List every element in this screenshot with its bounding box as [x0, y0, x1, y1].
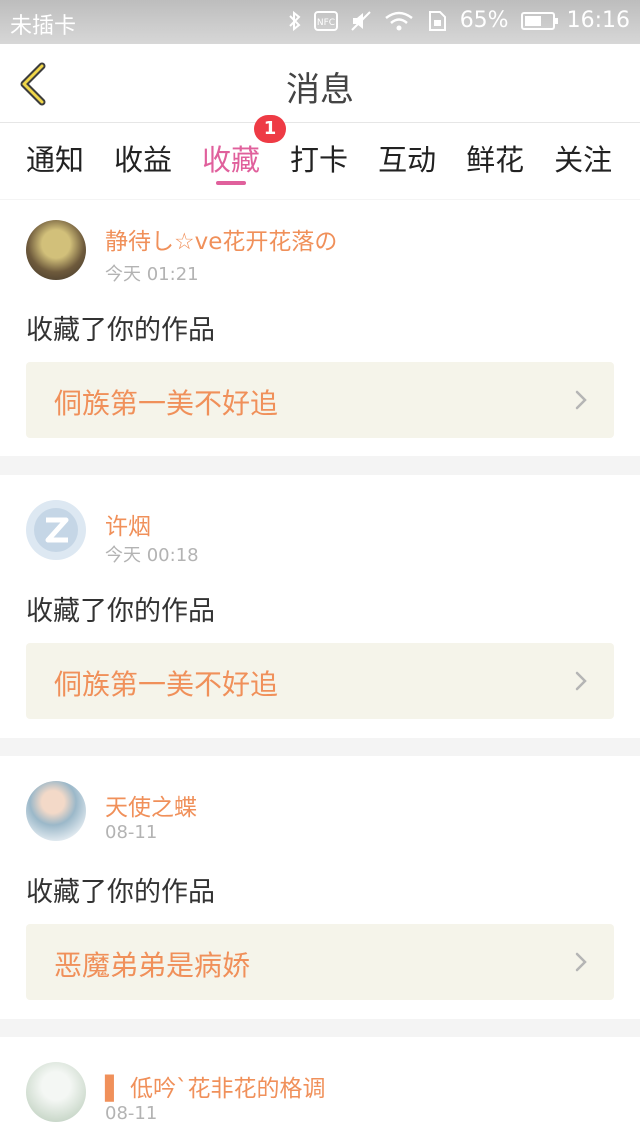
- app-header: 消息: [0, 44, 640, 123]
- tab-label: 通知: [26, 143, 85, 177]
- work-link[interactable]: 恶魔弟弟是病娇: [26, 924, 614, 1000]
- tab-label: 互动: [378, 143, 437, 177]
- battery-icon: [520, 11, 558, 30]
- timestamp: 08-11: [105, 822, 158, 843]
- timestamp: 今天 01:21: [105, 264, 199, 285]
- svg-text:NFC: NFC: [317, 18, 335, 28]
- tab-label: 收益: [114, 143, 173, 177]
- tab-flowers[interactable]: 鲜花: [466, 123, 524, 199]
- message-card: ▌ 低吟ˋ花非花的格调 08-11: [0, 1037, 640, 1138]
- action-text: 收藏了你的作品: [26, 596, 215, 627]
- message-card: 静待し☆ve花开花落の 今天 01:21 收藏了你的作品 侗族第一美不好追: [0, 200, 640, 456]
- work-title: 恶魔弟弟是病娇: [54, 949, 251, 982]
- tab-notifications[interactable]: 通知: [26, 123, 84, 199]
- tab-earnings[interactable]: 收益: [114, 123, 172, 199]
- tab-follow[interactable]: 关注: [554, 123, 612, 199]
- clock: 16:16: [566, 8, 630, 33]
- action-text: 收藏了你的作品: [26, 315, 215, 346]
- tab-label: 收藏: [202, 143, 261, 177]
- tab-favorites[interactable]: 收藏 1: [202, 115, 287, 199]
- wifi-icon: [384, 10, 414, 32]
- username[interactable]: ▌ 低吟ˋ花非花的格调: [105, 1069, 326, 1103]
- timestamp: 今天 00:18: [105, 545, 199, 566]
- active-tab-indicator: [216, 181, 247, 185]
- tab-label: 关注: [554, 143, 613, 177]
- mute-icon: [350, 10, 372, 32]
- username[interactable]: 天使之蝶: [105, 788, 197, 822]
- tab-label: 鲜花: [466, 143, 525, 177]
- action-text: 收藏了你的作品: [26, 877, 215, 908]
- avatar[interactable]: [26, 781, 86, 841]
- work-link[interactable]: 侗族第一美不好追: [26, 362, 614, 438]
- tab-interaction[interactable]: 互动: [378, 123, 436, 199]
- default-avatar-icon: [34, 508, 78, 552]
- avatar[interactable]: [26, 1062, 86, 1122]
- message-card: 许烟 今天 00:18 收藏了你的作品 侗族第一美不好追: [0, 475, 640, 738]
- username[interactable]: 静待し☆ve花开花落の: [105, 222, 337, 256]
- work-title: 侗族第一美不好追: [54, 668, 279, 701]
- unread-badge: 1: [254, 115, 287, 143]
- chevron-right-icon: [575, 390, 587, 410]
- status-bar: 未插卡 NFC 65% 16:16: [0, 0, 640, 44]
- nfc-icon: NFC: [313, 10, 338, 32]
- avatar[interactable]: [26, 500, 86, 560]
- tab-checkin[interactable]: 打卡: [290, 123, 348, 199]
- chevron-right-icon: [575, 952, 587, 972]
- tab-label: 打卡: [290, 143, 349, 177]
- battery-percent: 65%: [459, 8, 509, 33]
- work-link[interactable]: 侗族第一美不好追: [26, 643, 614, 719]
- bluetooth-icon: [288, 10, 302, 32]
- work-title: 侗族第一美不好追: [54, 387, 279, 420]
- username[interactable]: 许烟: [105, 507, 151, 541]
- page-title: 消息: [286, 70, 354, 110]
- tab-bar: 通知 收益 收藏 1 打卡 互动 鲜花 关注: [0, 115, 640, 199]
- sim-icon: [426, 10, 448, 32]
- message-card: 天使之蝶 08-11 收藏了你的作品 恶魔弟弟是病娇: [0, 756, 640, 1019]
- avatar[interactable]: [26, 220, 86, 280]
- timestamp: 08-11: [105, 1103, 158, 1124]
- chevron-right-icon: [575, 671, 587, 691]
- carrier-label: 未插卡: [10, 14, 77, 39]
